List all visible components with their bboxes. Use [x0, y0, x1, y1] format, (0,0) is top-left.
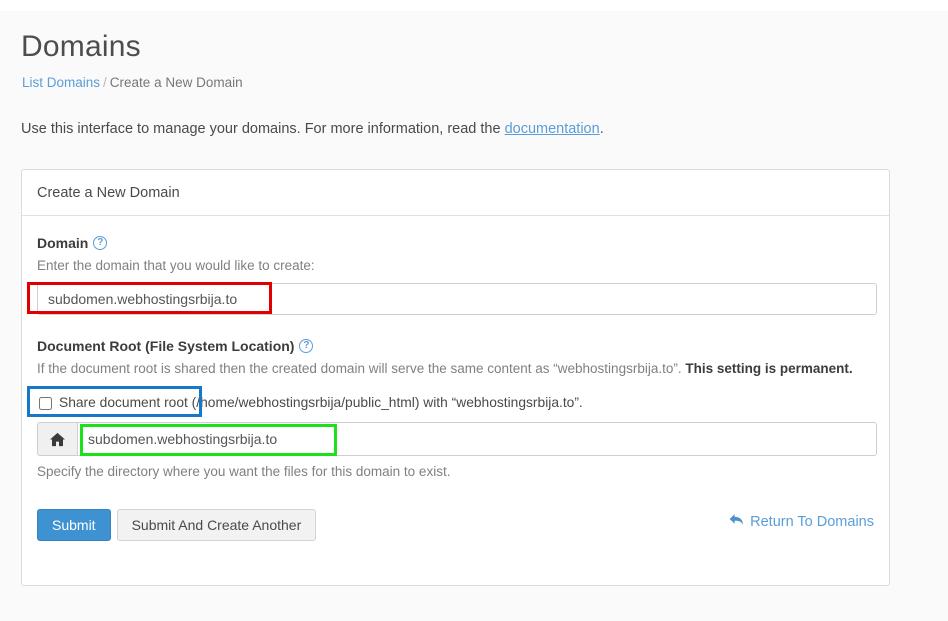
- share-document-root-label: Share document root (/home/webhostingsrb…: [59, 395, 583, 410]
- question-circle-icon[interactable]: ?: [93, 236, 108, 250]
- intro-text-before: Use this interface to manage your domain…: [21, 121, 505, 137]
- submit-and-create-another-button[interactable]: Submit And Create Another: [116, 509, 317, 541]
- domain-input[interactable]: [37, 283, 877, 315]
- return-to-domains-label: Return To Domains: [750, 513, 874, 530]
- panel-body: Domain ? Enter the domain that you would…: [22, 216, 889, 541]
- breadcrumb: List Domains / Create a New Domain: [22, 74, 243, 92]
- home-icon[interactable]: [37, 422, 77, 456]
- panel-heading: Create a New Domain: [22, 170, 889, 216]
- page-title: Domains: [21, 30, 141, 63]
- documentation-link[interactable]: documentation: [505, 121, 600, 137]
- action-row: Submit Submit And Create Another Return T…: [37, 509, 874, 541]
- domain-label-row: Domain ?: [37, 234, 874, 252]
- breadcrumb-current: Create a New Domain: [109, 75, 243, 90]
- docroot-input-group: [37, 422, 877, 456]
- intro-text: Use this interface to manage your domain…: [21, 119, 604, 139]
- reply-arrow-icon: [729, 513, 744, 530]
- docroot-label-row: Document Root (File System Location) ?: [37, 337, 874, 355]
- share-document-root-checkbox[interactable]: [39, 396, 52, 410]
- breadcrumb-list-domains[interactable]: List Domains: [22, 75, 100, 90]
- domain-hint: Enter the domain that you would like to …: [37, 258, 315, 273]
- return-to-domains-link[interactable]: Return To Domains: [729, 513, 874, 530]
- docroot-hint-bold: This setting is permanent.: [685, 361, 853, 376]
- question-circle-icon[interactable]: ?: [299, 339, 314, 353]
- share-document-root-row[interactable]: Share document root (/home/webhostingsrb…: [37, 394, 874, 412]
- docroot-hint-normal: If the document root is shared then the …: [37, 361, 686, 376]
- docroot-hint: If the document root is shared then the …: [37, 360, 874, 378]
- breadcrumb-separator: /: [103, 75, 107, 90]
- create-domain-panel: Create a New Domain Domain ? Enter the d…: [21, 169, 890, 586]
- top-white-strip: [0, 0, 948, 11]
- intro-text-after: .: [599, 121, 604, 137]
- domain-label: Domain: [37, 235, 89, 251]
- docroot-below-hint: Specify the directory where you want the…: [37, 464, 451, 479]
- docroot-label: Document Root (File System Location): [37, 338, 295, 354]
- submit-button[interactable]: Submit: [37, 509, 111, 541]
- docroot-path-input[interactable]: [77, 422, 877, 456]
- page-container: Domains List Domains / Create a New Domain…: [0, 11, 948, 621]
